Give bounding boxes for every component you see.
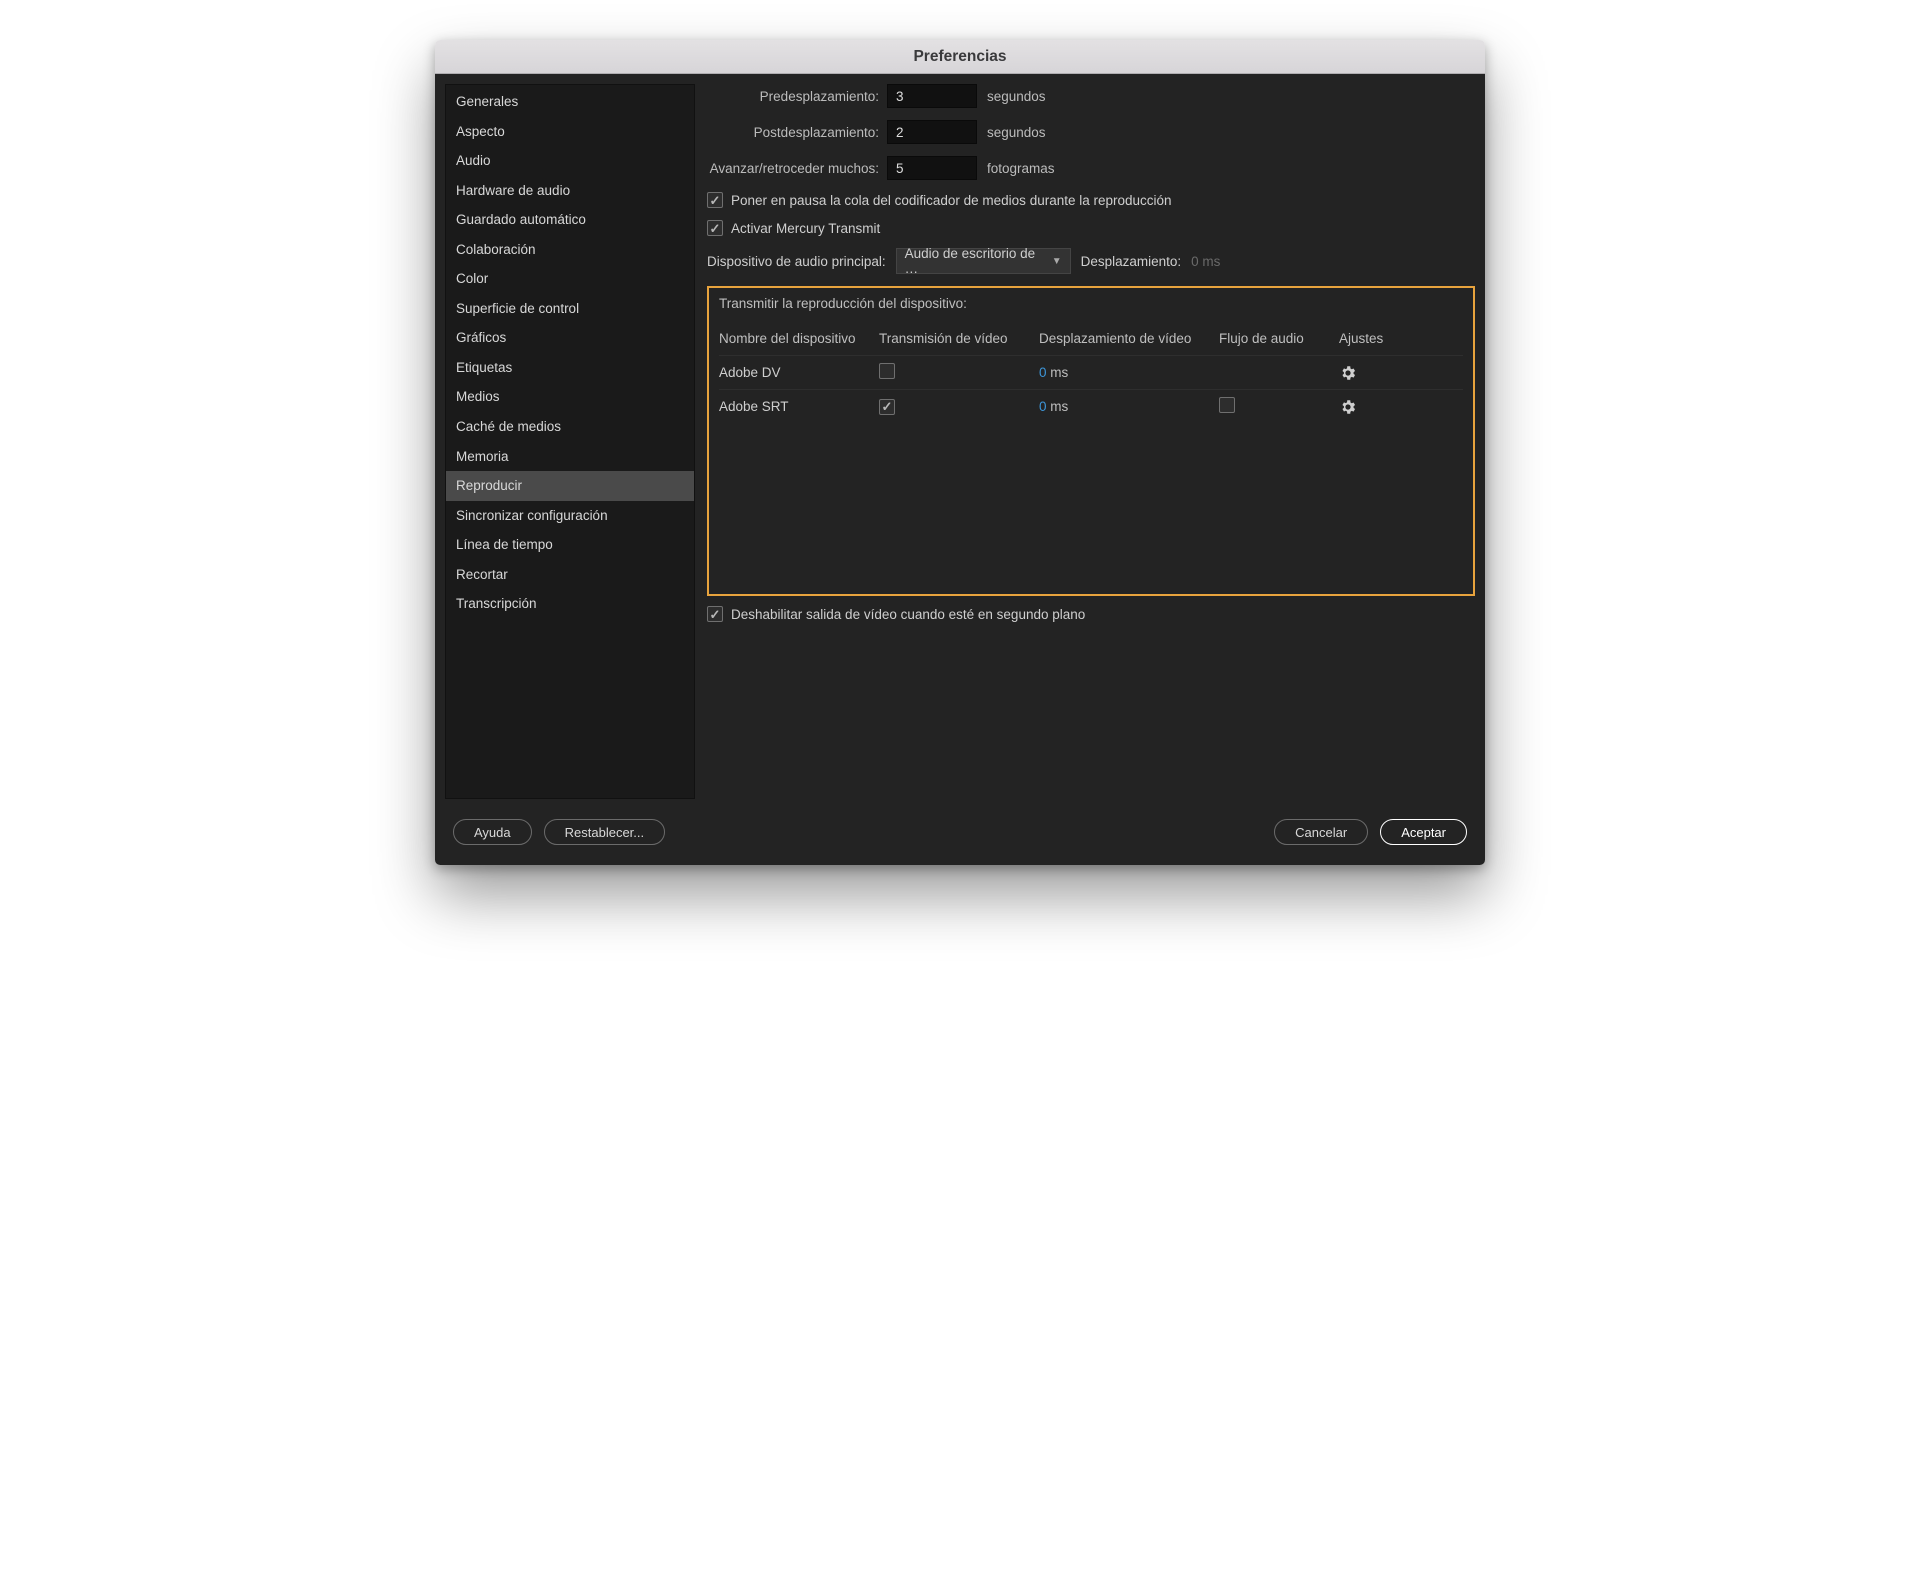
primary-offset-label: Desplazamiento: (1081, 254, 1182, 269)
postroll-label: Postdesplazamiento: (707, 125, 887, 140)
sidebar-item-memoria[interactable]: Memoria (446, 442, 694, 472)
preferences-window: Preferencias GeneralesAspectoAudioHardwa… (435, 40, 1485, 865)
sidebar-item-aspecto[interactable]: Aspecto (446, 117, 694, 147)
disable-bg-video-checkbox[interactable] (707, 606, 723, 622)
preferences-panel: Predesplazamiento: segundos Postdesplaza… (707, 84, 1475, 799)
col-setup: Ajustes (1339, 331, 1404, 346)
sidebar-item-guardado-automático[interactable]: Guardado automático (446, 205, 694, 235)
help-button[interactable]: Ayuda (453, 819, 532, 845)
device-table: Nombre del dispositivo Transmisión de ví… (719, 321, 1463, 423)
sidebar-item-caché-de-medios[interactable]: Caché de medios (446, 412, 694, 442)
sidebar-item-transcripción[interactable]: Transcripción (446, 589, 694, 619)
transmit-devices-group: Transmitir la reproducción del dispositi… (707, 286, 1475, 596)
primary-audio-device-value: Audio de escritorio de … (905, 246, 1044, 276)
sidebar-item-hardware-de-audio[interactable]: Hardware de audio (446, 176, 694, 206)
gear-icon[interactable] (1339, 398, 1404, 416)
video-transmit-checkbox[interactable] (879, 399, 895, 415)
device-row: Adobe SRT 0 ms (719, 389, 1463, 423)
sidebar-item-sincronizar-configuración[interactable]: Sincronizar configuración (446, 501, 694, 531)
col-video-offset: Desplazamiento de vídeo (1039, 331, 1219, 346)
reset-button[interactable]: Restablecer... (544, 819, 666, 845)
primary-audio-device-dropdown[interactable]: Audio de escritorio de … ▼ (896, 248, 1071, 274)
pause-encoder-label: Poner en pausa la cola del codificador d… (731, 193, 1172, 208)
gear-icon[interactable] (1339, 364, 1404, 382)
dialog-footer: Ayuda Restablecer... Cancelar Aceptar (435, 809, 1485, 865)
col-audio-stream: Flujo de audio (1219, 331, 1339, 346)
sidebar-item-reproducir[interactable]: Reproducir (446, 471, 694, 501)
sidebar-item-superficie-de-control[interactable]: Superficie de control (446, 294, 694, 324)
primary-offset-value: 0 ms (1191, 254, 1220, 269)
sidebar-item-colaboración[interactable]: Colaboración (446, 235, 694, 265)
preferences-sidebar: GeneralesAspectoAudioHardware de audioGu… (445, 84, 695, 799)
window-titlebar: Preferencias (435, 40, 1485, 74)
preroll-input[interactable] (887, 84, 977, 108)
preroll-label: Predesplazamiento: (707, 89, 887, 104)
ok-button[interactable]: Aceptar (1380, 819, 1467, 845)
sidebar-item-color[interactable]: Color (446, 264, 694, 294)
step-input[interactable] (887, 156, 977, 180)
postroll-input[interactable] (887, 120, 977, 144)
preroll-unit: segundos (987, 89, 1046, 104)
step-unit: fotogramas (987, 161, 1055, 176)
disable-bg-video-label: Deshabilitar salida de vídeo cuando esté… (731, 607, 1085, 622)
device-row: Adobe DV 0 ms (719, 355, 1463, 389)
sidebar-item-recortar[interactable]: Recortar (446, 560, 694, 590)
pause-encoder-checkbox[interactable] (707, 192, 723, 208)
step-label: Avanzar/retroceder muchos: (707, 161, 887, 176)
sidebar-item-generales[interactable]: Generales (446, 87, 694, 117)
sidebar-item-medios[interactable]: Medios (446, 382, 694, 412)
primary-audio-device-label: Dispositivo de audio principal: (707, 254, 886, 269)
col-video-transmit: Transmisión de vídeo (879, 331, 1039, 346)
transmit-title: Transmitir la reproducción del dispositi… (719, 296, 1463, 311)
postroll-unit: segundos (987, 125, 1046, 140)
video-offset-value[interactable]: 0 ms (1039, 399, 1219, 414)
enable-mercury-checkbox[interactable] (707, 220, 723, 236)
cancel-button[interactable]: Cancelar (1274, 819, 1368, 845)
window-title: Preferencias (913, 48, 1006, 66)
sidebar-item-línea-de-tiempo[interactable]: Línea de tiempo (446, 530, 694, 560)
video-offset-value[interactable]: 0 ms (1039, 365, 1219, 380)
chevron-down-icon: ▼ (1052, 256, 1062, 267)
video-transmit-checkbox[interactable] (879, 363, 895, 379)
sidebar-item-etiquetas[interactable]: Etiquetas (446, 353, 694, 383)
enable-mercury-label: Activar Mercury Transmit (731, 221, 880, 236)
device-name: Adobe DV (719, 365, 879, 380)
audio-stream-checkbox[interactable] (1219, 397, 1235, 413)
device-name: Adobe SRT (719, 399, 879, 414)
sidebar-item-gráficos[interactable]: Gráficos (446, 323, 694, 353)
col-device-name: Nombre del dispositivo (719, 331, 879, 346)
sidebar-item-audio[interactable]: Audio (446, 146, 694, 176)
